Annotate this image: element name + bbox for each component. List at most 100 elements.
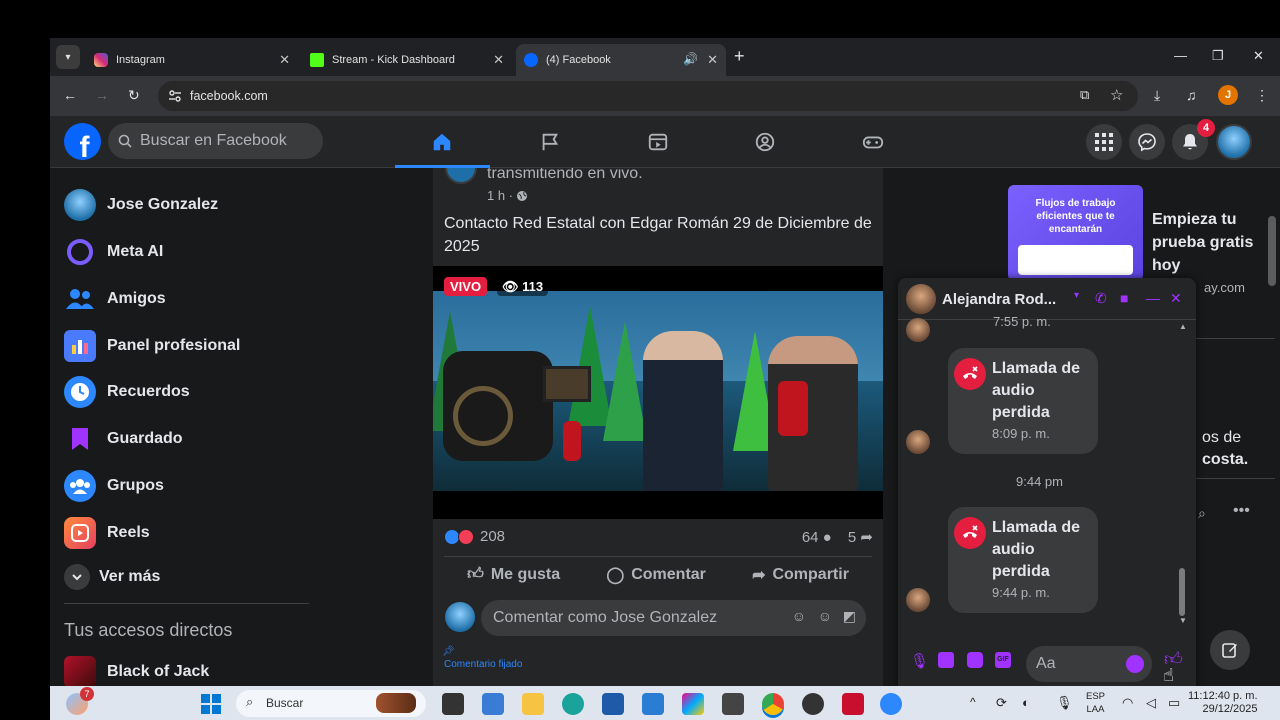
language-indicator[interactable]: ESP LAA	[1086, 690, 1105, 716]
emoji-icon[interactable]: ☺	[818, 608, 832, 624]
comment-count[interactable]: 64	[802, 529, 819, 546]
new-message-button[interactable]	[1210, 630, 1250, 670]
app-icon[interactable]	[802, 693, 824, 715]
chevron-down-icon[interactable]: ▾	[1074, 290, 1079, 301]
tray-app-icon[interactable]: ◐	[1022, 695, 1030, 710]
tray-chevron-icon[interactable]: ^	[970, 695, 976, 709]
task-view-icon[interactable]	[442, 693, 464, 715]
site-info-icon[interactable]	[168, 89, 182, 103]
messenger-button[interactable]	[1129, 124, 1165, 160]
minimize-icon[interactable]: —	[1174, 48, 1187, 63]
close-tab-icon[interactable]: ✕	[279, 52, 290, 68]
sidebar-item-saved[interactable]: Guardado	[64, 419, 183, 459]
new-tab-button[interactable]: +	[734, 46, 745, 67]
app-icon[interactable]	[482, 693, 504, 715]
app-icon[interactable]	[880, 693, 902, 715]
wifi-icon[interactable]: ◠	[1122, 695, 1133, 711]
ad-image[interactable]: Flujos de trabajo eficientes que te enca…	[1008, 185, 1143, 281]
video-nav-icon[interactable]	[644, 128, 672, 156]
store-icon[interactable]	[602, 693, 624, 715]
copilot-icon[interactable]	[682, 693, 704, 715]
restore-icon[interactable]: ❐	[1212, 48, 1224, 64]
gif-icon[interactable]: GIF	[995, 652, 1011, 668]
sidebar-item-reels[interactable]: Reels	[64, 513, 150, 553]
app-icon[interactable]	[722, 693, 744, 715]
close-tab-icon[interactable]: ✕	[707, 52, 718, 68]
reaction-summary[interactable]: 208	[444, 528, 505, 545]
share-button[interactable]: ➦ Compartir	[752, 565, 849, 585]
profile-avatar[interactable]: J	[1218, 85, 1238, 105]
minimize-chat-icon[interactable]: —	[1146, 290, 1160, 306]
video-call-icon[interactable]: ■	[1120, 290, 1128, 306]
scroll-down-icon[interactable]: ▼	[1179, 616, 1187, 625]
tab-kick[interactable]: Stream - Kick Dashboard ✕	[302, 44, 512, 76]
audio-playing-icon[interactable]: 🔊	[683, 52, 698, 66]
back-icon[interactable]: ←	[63, 87, 77, 103]
sticker-icon[interactable]: ◩	[843, 608, 856, 625]
comment-button[interactable]: ◯ Comentar	[606, 565, 706, 585]
see-more-button[interactable]: Ver más	[64, 557, 160, 597]
live-video-player[interactable]: VIVO 👁 113	[433, 266, 883, 519]
taskbar-search[interactable]: ⌕ Buscar	[236, 690, 426, 717]
download-icon[interactable]: ⤓	[1154, 87, 1160, 104]
sidebar-item-profile[interactable]: Jose Gonzalez	[64, 185, 218, 225]
sticker-icon[interactable]	[967, 652, 983, 668]
tray-app-icon[interactable]: ⟳	[996, 695, 1007, 711]
contacts-search-icon[interactable]: ⌕	[1198, 505, 1206, 522]
battery-icon[interactable]: ▭	[1168, 695, 1180, 711]
sidebar-item-groups[interactable]: Grupos	[64, 466, 164, 506]
menu-grid-button[interactable]	[1086, 124, 1122, 160]
like-button[interactable]: 👍︎ Me gusta	[467, 565, 560, 584]
file-explorer-icon[interactable]	[522, 693, 544, 715]
emoji-icon[interactable]	[1126, 655, 1144, 673]
app-icon[interactable]	[842, 693, 864, 715]
install-app-icon[interactable]: ⧉	[1080, 87, 1089, 103]
shortcut-item[interactable]: Black of Jack	[64, 652, 209, 686]
facebook-search-input[interactable]: Buscar en Facebook	[108, 123, 323, 159]
chat-scrollbar[interactable]	[1179, 568, 1185, 616]
ad-title[interactable]: Empieza tu prueba gratis hoy	[1152, 208, 1272, 277]
edge-icon[interactable]	[562, 693, 584, 715]
home-nav-icon[interactable]	[428, 128, 456, 156]
page-avatar[interactable]	[445, 168, 477, 184]
missed-call-message[interactable]: Llamada de audio perdida 9:44 p. m.	[948, 507, 1098, 613]
tab-search-button[interactable]: ▾	[56, 45, 80, 69]
close-chat-icon[interactable]: ✕	[1170, 290, 1182, 307]
photo-icon[interactable]	[938, 652, 954, 668]
account-avatar[interactable]	[1216, 124, 1252, 160]
tab-facebook[interactable]: (4) Facebook 🔊 ✕	[516, 44, 726, 76]
outlook-icon[interactable]	[642, 693, 664, 715]
close-tab-icon[interactable]: ✕	[493, 52, 504, 68]
tab-instagram[interactable]: Instagram ✕	[86, 44, 298, 76]
scroll-up-icon[interactable]: ▲	[1179, 322, 1187, 331]
sidebar-item-friends[interactable]: Amigos	[64, 279, 166, 319]
pages-nav-icon[interactable]	[536, 128, 564, 156]
page-scrollbar[interactable]	[1268, 216, 1276, 286]
comment-input[interactable]: Comentar como Jose Gonzalez ☺ ☺ ◩	[481, 600, 866, 636]
sidebar-item-dashboard[interactable]: Panel profesional	[64, 326, 240, 366]
address-bar[interactable]: facebook.com ⧉ ☆	[158, 81, 1138, 111]
share-count[interactable]: 5	[848, 529, 856, 546]
system-clock[interactable]: 11:12:40 p. m. 29/12/2025	[1188, 690, 1258, 716]
volume-icon[interactable]: ◁	[1146, 695, 1156, 711]
sidebar-item-meta-ai[interactable]: Meta AI	[64, 232, 163, 272]
menu-icon[interactable]: ⋮	[1255, 87, 1269, 104]
close-window-icon[interactable]: ✕	[1253, 48, 1264, 64]
chat-message-input[interactable]: Aa	[1026, 646, 1152, 682]
voice-call-icon[interactable]: ✆	[1095, 290, 1107, 307]
forward-icon[interactable]: →	[95, 87, 109, 103]
facebook-logo-icon[interactable]: f	[64, 123, 101, 160]
windows-start-icon[interactable]	[200, 693, 222, 715]
groups-nav-icon[interactable]	[751, 128, 779, 156]
microphone-icon[interactable]: 🎙︎	[1056, 695, 1073, 711]
media-control-icon[interactable]: ♫	[1186, 87, 1197, 103]
contacts-options-icon[interactable]: •••	[1233, 502, 1250, 520]
sidebar-item-memories[interactable]: Recuerdos	[64, 372, 190, 412]
missed-call-message[interactable]: Llamada de audio perdida 8:09 p. m.	[948, 348, 1098, 454]
reload-icon[interactable]: ↻	[128, 87, 140, 104]
microphone-icon[interactable]: 🎙︎	[910, 652, 929, 670]
bookmark-star-icon[interactable]: ☆	[1110, 86, 1123, 104]
avatar-sticker-icon[interactable]: ☺	[792, 608, 806, 624]
gaming-nav-icon[interactable]	[859, 128, 887, 156]
chrome-icon[interactable]	[762, 693, 784, 715]
